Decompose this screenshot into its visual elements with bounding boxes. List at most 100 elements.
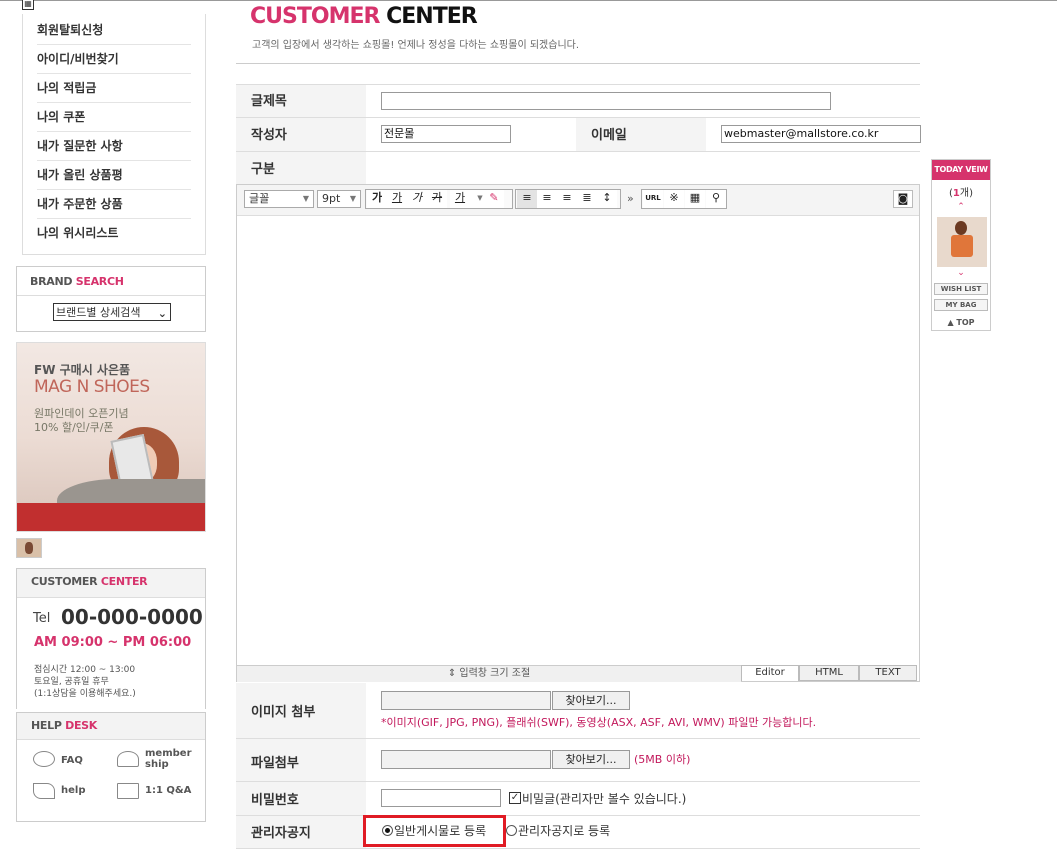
hours-note-3: (1:1상담을 이용해주세요.) [34,689,136,699]
highlight-pen-icon[interactable]: ✎ [484,190,504,208]
help-link[interactable]: help [61,785,86,796]
top-button[interactable]: ▲ TOP [932,318,990,327]
triangle-down-icon: ▼ [302,194,309,203]
chevron-up-icon[interactable]: ⌃ [932,202,990,212]
line-height-icon[interactable]: ↕ [597,190,617,208]
paper-plane-icon [33,783,55,799]
image-note: *이미지(GIF, JPG, PNG), 플래쉬(SWF), 동영상(ASX, … [381,716,817,729]
row-divider [236,781,920,782]
search-icon[interactable]: ⚲ [706,190,726,208]
today-view-panel: TODAY VEIW (1개) ⌃ ⌄ WISH LIST MY BAG ▲ T… [931,159,991,331]
chevron-down-icon: ⌄ [157,307,167,320]
file-input[interactable] [381,750,551,769]
customer-center-box: CUSTOMER CENTER Tel 00-000-0000 AM 09:00… [16,568,206,709]
members-icon [117,751,139,767]
menu-item-my-reviews[interactable]: 내가 올린 상품평 [37,161,191,190]
insert-url-button[interactable]: URL [643,190,663,208]
radio-notice-post[interactable] [506,825,517,836]
image-browse-button[interactable]: 찾아보기... [552,691,630,710]
align-center-icon[interactable]: ≡ [537,190,557,208]
align-justify-icon[interactable]: ≣ [577,190,597,208]
membership-link[interactable]: member ship [145,748,192,770]
subject-input[interactable] [381,92,831,110]
font-family-select[interactable]: 글꼴 ▼ [244,190,314,208]
customer-center-header: CUSTOMER CENTER [17,569,205,598]
wish-list-button[interactable]: WISH LIST [934,283,988,295]
tab-text[interactable]: TEXT [859,665,917,681]
recent-product-thumbnail[interactable] [937,217,987,267]
file-browse-button[interactable]: 찾아보기... [552,750,630,769]
product-model [955,221,967,235]
secret-label: 비밀글(관리자만 볼수 있습니다.) [522,792,687,806]
computer-icon [117,783,139,799]
row-divider [236,848,920,849]
small-thumbnail[interactable] [16,538,42,558]
help-desk-box: HELP DESK FAQ member ship help 1:1 Q&A [16,712,206,822]
menu-item-find-id[interactable]: 아이디/비번찾기 [37,45,191,74]
faq-link[interactable]: FAQ [61,755,83,766]
banner-pillow [17,503,205,531]
strikethrough-button[interactable]: 가 [427,190,447,208]
brand-select[interactable]: 브랜드별 상세검색 ⌄ [53,303,171,321]
menu-item-my-orders[interactable]: 내가 주문한 상품 [37,190,191,219]
divider [17,295,205,296]
email-input[interactable]: webmaster@mallstore.co.kr [721,125,921,143]
chevron-down-icon[interactable]: ⌄ [932,268,990,278]
category-label: 구분 [251,162,275,177]
tel-label: Tel [33,611,51,626]
bold-button[interactable]: 가 [367,190,387,208]
customer-center-title: CUSTOMER CENTER [31,575,148,588]
today-view-title: TODAY VEIW [932,160,990,180]
format-group: 가 가 가 가 가 ▼ ✎ [365,189,513,209]
banner-line4: 10% 할/인/쿠/폰 [34,421,114,434]
menu-item-my-questions[interactable]: 내가 질문한 사항 [37,132,191,161]
triangle-down-icon: ▼ [349,194,356,203]
image-file-input[interactable] [381,691,551,710]
editor-content-area[interactable] [237,216,919,665]
tab-editor[interactable]: Editor [741,665,799,681]
align-group: ≡ ≡ ≡ ≣ ↕ [515,189,621,209]
notice-label: 관리자공지 [251,826,311,841]
today-view-count: (1개) [949,188,973,199]
brand-search-box: BRAND SEARCH 브랜드별 상세검색 ⌄ [16,266,206,332]
password-input[interactable] [381,789,501,807]
menu-item-coupons[interactable]: 나의 쿠폰 [37,103,191,132]
menu-item-wishlist[interactable]: 나의 위시리스트 [37,219,191,247]
banner-line2: MAG N SHOES [34,377,150,397]
radio-notice-label: 관리자공지로 등록 [518,824,611,838]
my-bag-button[interactable]: MY BAG [934,299,988,311]
image-upload-icon[interactable]: ◙ [893,190,913,208]
menu-item-points[interactable]: 나의 적립금 [37,74,191,103]
underline-button[interactable]: 가 [387,190,407,208]
top-divider [0,0,1057,1]
editor-resize-handle[interactable]: ⇕ 입력창 크기 조절 [237,665,741,682]
row-divider [236,151,920,152]
table-icon[interactable]: ▦ [685,190,705,208]
font-size-select[interactable]: 9pt ▼ [317,190,361,208]
email-label: 이메일 [591,128,627,143]
promo-banner[interactable]: FW 구매시 사은품 MAG N SHOES 원파인데이 오픈기념 10% 할/… [16,342,206,532]
secret-checkbox[interactable]: ✓ [509,792,521,804]
image-attach-label: 이미지 첨부 [251,705,316,720]
align-left-icon[interactable]: ≡ [517,190,537,208]
more-tools-icon[interactable]: » [627,192,634,205]
mypage-menu: 회원탈퇴신청 아이디/비번찾기 나의 적립금 나의 쿠폰 내가 질문한 사항 내… [22,14,206,255]
author-label: 작성자 [251,128,287,143]
help-desk-header: HELP DESK [17,713,205,740]
menu-item-withdraw[interactable]: 회원탈퇴신청 [37,16,191,45]
font-color-button[interactable]: 가 [450,190,470,208]
highlight-box [363,815,506,847]
qna-link[interactable]: 1:1 Q&A [145,785,191,796]
author-input[interactable]: 전문몰 [381,125,511,143]
tab-html[interactable]: HTML [799,665,859,681]
business-hours: AM 09:00 ~ PM 06:00 [34,635,192,650]
italic-button[interactable]: 가 [407,190,427,208]
page-subtitle: 고객의 입장에서 생각하는 쇼핑몰! 언제나 정성을 다하는 쇼핑몰이 되겠습니… [252,40,580,51]
editor-toolbar: 글꼴 ▼ 9pt ▼ 가 가 가 가 가 ▼ ✎ ≡ ≡ ≡ ≣ ↕ » URL ※… [237,185,919,216]
insert-group: URL ※ ▦ ⚲ [641,189,727,209]
special-char-icon[interactable]: ※ [664,190,684,208]
file-attach-label: 파일첨부 [251,756,299,771]
tel-number: 00-000-0000 [61,605,203,629]
align-right-icon[interactable]: ≡ [557,190,577,208]
product-bag [951,235,973,257]
